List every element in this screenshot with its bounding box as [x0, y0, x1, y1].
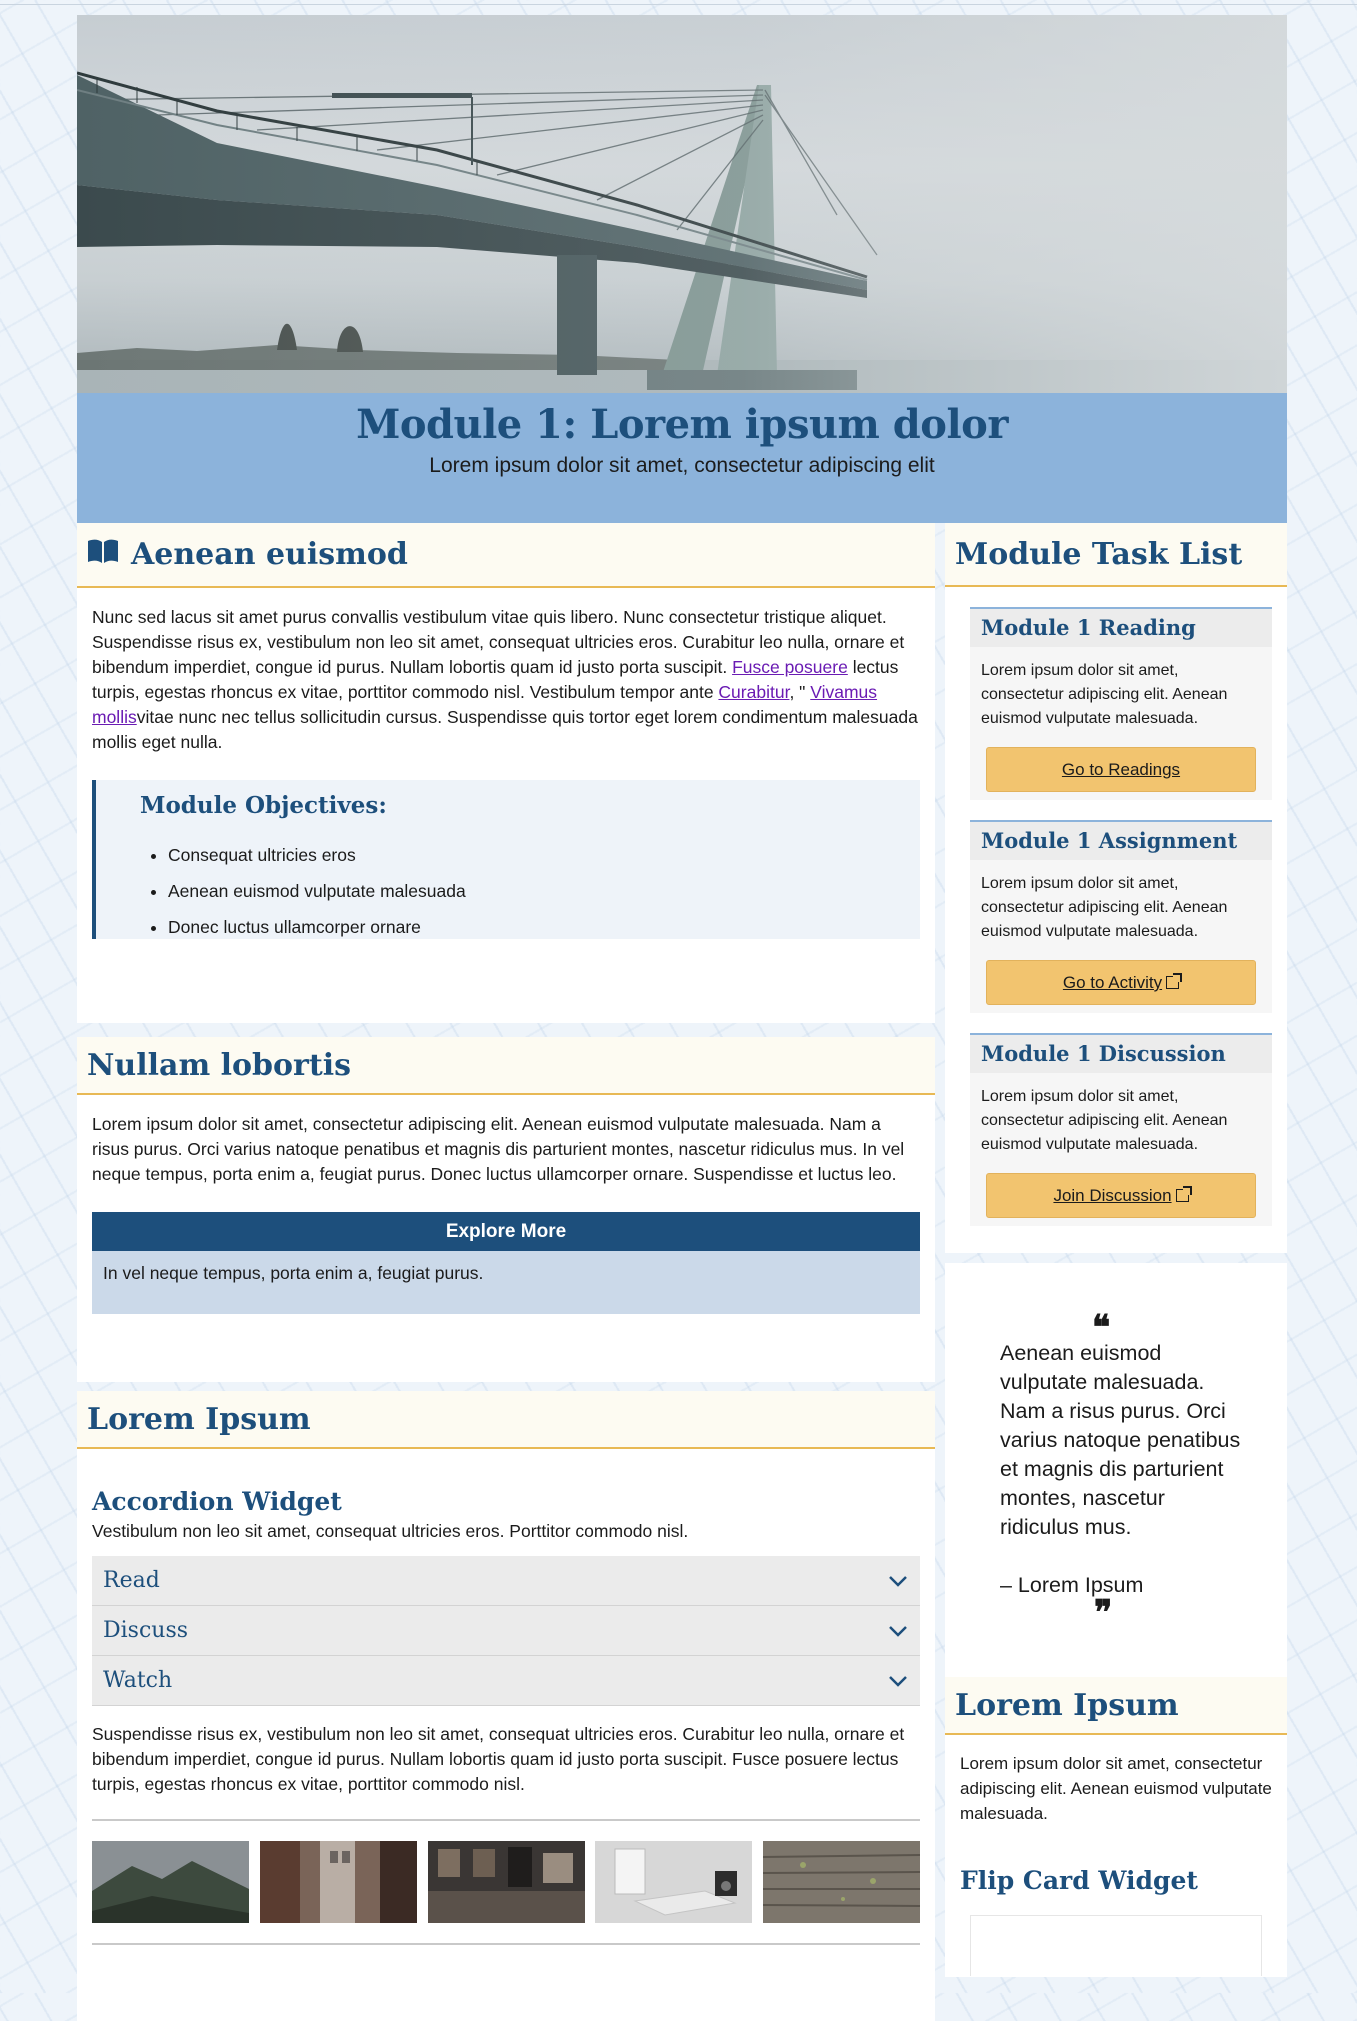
sidebar-paragraph: Lorem ipsum dolor sit amet, consectetur … [960, 1754, 1272, 1823]
go-to-readings-button[interactable]: Go to Readings [986, 747, 1256, 792]
task-title: Module 1 Assignment [970, 820, 1272, 860]
hero-image [77, 15, 1287, 393]
close-quote-icon: ❞ [1094, 1593, 1113, 1633]
button-label: Join Discussion [1053, 1186, 1172, 1205]
link-fusce-posuere[interactable]: Fusce posuere [732, 657, 848, 677]
task-title: Module 1 Reading [970, 607, 1272, 647]
gallery-image-landscape[interactable] [92, 1841, 249, 1923]
accordion-label: Watch [103, 1668, 173, 1693]
task-description: Lorem ipsum dolor sit amet, consectetur … [981, 662, 1228, 727]
gallery-image-wood[interactable] [763, 1841, 920, 1923]
section-heading-text: Lorem Ipsum [87, 1401, 311, 1437]
accordion-item-read[interactable]: Read [92, 1556, 920, 1606]
page-subtitle: Lorem ipsum dolor sit amet, consectetur … [429, 454, 935, 477]
paragraph-text: , " [789, 682, 811, 702]
chevron-down-icon [889, 1675, 907, 1687]
section-heading: Lorem Ipsum [945, 1677, 1287, 1735]
main-column: Aenean euismod Nunc sed lacus sit amet p… [77, 523, 935, 2021]
section-paragraph: Lorem ipsum dolor sit amet, consectetur … [92, 1114, 905, 1184]
accordion-item-watch[interactable]: Watch [92, 1656, 920, 1706]
page: Module 1: Lorem ipsum dolor Lorem ipsum … [77, 15, 1287, 2021]
flip-card-title: Flip Card Widget [960, 1866, 1198, 1895]
external-link-icon [1166, 973, 1183, 989]
task-card-discussion: Module 1 Discussion Lorem ipsum dolor si… [970, 1033, 1272, 1226]
section-heading-text: Lorem Ipsum [955, 1687, 1179, 1723]
module-objectives-box: Module Objectives: Consequat ultricies e… [92, 780, 920, 939]
gallery-image-desk[interactable] [595, 1841, 753, 1923]
task-title: Module 1 Discussion [970, 1033, 1272, 1073]
hero-banner: Module 1: Lorem ipsum dolor Lorem ipsum … [77, 393, 1287, 523]
module-task-list: Module Task List Module 1 Reading Lorem … [945, 523, 1287, 1253]
accordion-after-text: Suspendisse risus ex, vestibulum non leo… [92, 1724, 905, 1794]
join-discussion-button[interactable]: Join Discussion [986, 1173, 1256, 1218]
page-title: Module 1: Lorem ipsum dolor [356, 401, 1008, 448]
accordion-intro: Vestibulum non leo sit amet, consequat u… [92, 1521, 689, 1541]
gallery-image-street[interactable] [259, 1841, 417, 1923]
objectives-title: Module Objectives: [140, 792, 387, 819]
button-label: Go to Activity [1062, 973, 1163, 992]
chevron-down-icon [889, 1575, 907, 1587]
section-nullam-lobortis: Nullam lobortis Lorem ipsum dolor sit am… [77, 1037, 935, 1382]
quote-body: Aenean euismod vulputate malesuada. Nam … [1000, 1341, 1241, 1539]
objectives-list: Consequat ultricies eros Aenean euismod … [140, 837, 920, 945]
image-gallery [92, 1819, 920, 1945]
accordion-label: Discuss [103, 1618, 189, 1643]
gallery-image-shop[interactable] [427, 1841, 585, 1923]
list-item: Consequat ultricies eros [168, 837, 920, 873]
link-curabitur[interactable]: Curabitur [718, 682, 789, 702]
task-card-assignment: Module 1 Assignment Lorem ipsum dolor si… [970, 820, 1272, 1013]
quote-text: Aenean euismod vulputate malesuada. Nam … [1000, 1339, 1245, 1600]
task-list-heading: Module Task List [945, 523, 1287, 587]
explore-more-text: In vel neque tempus, porta enim a, feugi… [103, 1263, 484, 1283]
chevron-down-icon [889, 1625, 907, 1637]
accordion-label: Read [103, 1568, 160, 1593]
task-description: Lorem ipsum dolor sit amet, consectetur … [981, 875, 1228, 940]
section-heading: Lorem Ipsum [77, 1391, 935, 1449]
list-item: Aenean euismod vulputate malesuada [168, 873, 920, 909]
section-heading-text: Module Task List [955, 536, 1243, 572]
task-description: Lorem ipsum dolor sit amet, consectetur … [981, 1088, 1228, 1153]
sidebar: Module Task List Module 1 Reading Lorem … [945, 523, 1287, 1977]
explore-more-box: Explore More In vel neque tempus, porta … [92, 1212, 920, 1314]
sidebar-lorem-ipsum: Lorem Ipsum Lorem ipsum dolor sit amet, … [945, 1677, 1287, 1977]
top-divider [0, 4, 1357, 5]
list-item: Donec luctus ullamcorper ornare [168, 909, 920, 945]
accordion-title: Accordion Widget [92, 1487, 342, 1516]
button-label: Go to Readings [1061, 760, 1181, 779]
section-heading-text: Nullam lobortis [87, 1047, 351, 1083]
explore-more-title: Explore More [92, 1212, 920, 1251]
intro-paragraph: Nunc sed lacus sit amet purus convallis … [92, 605, 920, 755]
open-book-icon [87, 537, 119, 572]
section-aenean-euismod: Aenean euismod Nunc sed lacus sit amet p… [77, 523, 935, 1023]
section-heading: Aenean euismod [77, 523, 935, 588]
go-to-activity-button[interactable]: Go to Activity [986, 960, 1256, 1005]
accordion-item-discuss[interactable]: Discuss [92, 1606, 920, 1656]
external-link-icon [1175, 1186, 1192, 1202]
section-heading-text: Aenean euismod [131, 537, 408, 572]
section-heading: Nullam lobortis [77, 1037, 935, 1095]
quote-author: – Lorem Ipsum [1000, 1573, 1144, 1597]
paragraph-text: vitae nunc nec tellus sollicitudin cursu… [92, 707, 918, 752]
quote-block: ❝ Aenean euismod vulputate malesuada. Na… [945, 1263, 1287, 1677]
task-card-reading: Module 1 Reading Lorem ipsum dolor sit a… [970, 607, 1272, 800]
section-lorem-ipsum: Lorem Ipsum Accordion Widget Vestibulum … [77, 1391, 935, 2021]
flip-card[interactable] [970, 1915, 1262, 1976]
